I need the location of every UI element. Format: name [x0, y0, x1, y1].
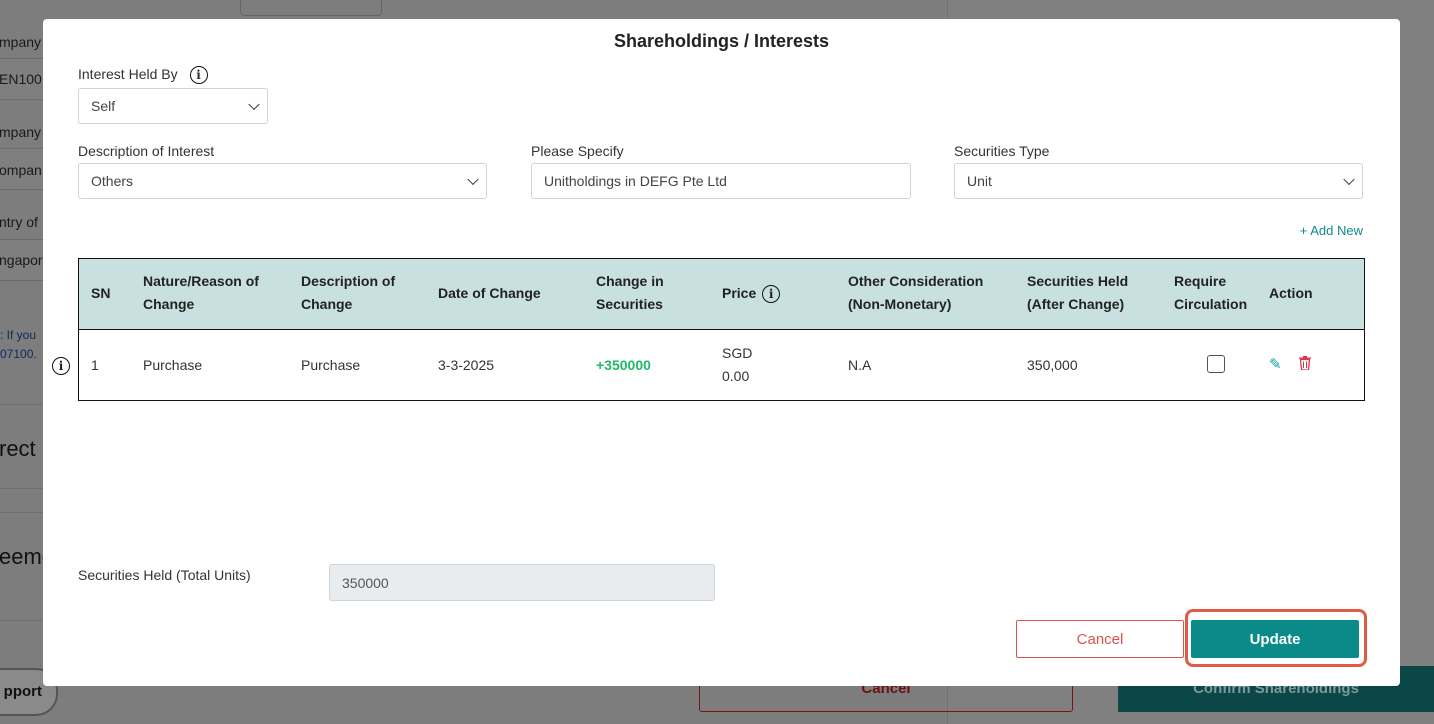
bg-field-value: ompan — [0, 162, 42, 178]
bg-field-value: EN100 — [0, 71, 42, 87]
chevron-down-icon — [248, 98, 260, 111]
require-circulation-checkbox[interactable] — [1207, 355, 1225, 373]
bg-label: ntry of — [0, 214, 38, 230]
bg-label: mpany — [0, 34, 42, 50]
chevron-down-icon — [1343, 173, 1355, 186]
cell-sn: 1 — [91, 357, 99, 373]
info-icon[interactable]: i — [189, 66, 208, 85]
col-price: Price i — [722, 282, 781, 305]
interest-held-by-value: Self — [91, 98, 116, 114]
col-other-consideration: Other Consideration (Non-Monetary) — [848, 273, 984, 312]
chevron-down-icon — [467, 173, 479, 186]
cancel-button[interactable]: Cancel — [1016, 620, 1184, 658]
description-of-interest-select[interactable]: Others — [78, 163, 487, 199]
shareholdings-modal: Shareholdings / Interests Interest Held … — [43, 19, 1400, 686]
cell-date: 3-3-2025 — [438, 357, 495, 373]
bg-divider — [0, 404, 43, 405]
table-header: SN Nature/Reason of Change Description of… — [79, 259, 1364, 330]
modal-title: Shareholdings / Interests — [613, 31, 830, 51]
col-description: Description of Change — [301, 273, 396, 312]
interest-held-by-label: Interest Held By i — [78, 66, 208, 85]
description-of-interest-value: Others — [91, 173, 134, 189]
total-units-field: 350000 — [329, 564, 715, 601]
col-sn: SN — [91, 285, 111, 301]
bg-divider — [0, 512, 43, 513]
securities-type-value: Unit — [967, 173, 992, 189]
update-button[interactable]: Update — [1191, 620, 1359, 658]
cell-description: Purchase — [301, 357, 361, 373]
bg-section-heading: rect — [0, 436, 36, 461]
interest-held-by-select[interactable]: Self — [78, 88, 268, 124]
please-specify-label: Please Specify — [531, 143, 624, 159]
cell-change: +350000 — [596, 357, 651, 373]
col-require-circulation: Require Circulation — [1174, 273, 1248, 312]
bg-divider — [0, 488, 43, 489]
bg-note-line: : If you — [0, 328, 37, 342]
cell-other-consideration: N.A — [848, 357, 872, 373]
cell-nature: Purchase — [143, 357, 203, 373]
info-icon[interactable]: i — [762, 285, 781, 304]
col-nature: Nature/Reason of Change — [143, 273, 259, 312]
pencil-icon[interactable]: ✎ — [1269, 355, 1282, 373]
col-securities-held: Securities Held (After Change) — [1027, 273, 1129, 312]
cell-price: SGD 0.00 — [722, 345, 753, 384]
bg-label: mpany — [0, 124, 42, 140]
bg-note-line: 07100. — [0, 347, 37, 361]
background-top-input — [240, 0, 382, 16]
total-units-label: Securities Held (Total Units) — [78, 567, 251, 583]
bg-divider — [0, 620, 43, 621]
bg-field-value: ngapor — [0, 252, 43, 268]
cell-securities-held: 350,000 — [1027, 357, 1078, 373]
interest-held-by-text: Interest Held By — [78, 66, 178, 82]
securities-type-select[interactable]: Unit — [954, 163, 1363, 199]
support-label: pport — [3, 683, 42, 700]
please-specify-input[interactable]: Unitholdings in DEFG Pte Ltd — [531, 163, 911, 199]
table-row: 1 Purchase Purchase 3-3-2025 +350000 SGD… — [79, 330, 1364, 400]
add-new-link[interactable]: + Add New — [1300, 223, 1363, 238]
col-change: Change in Securities — [596, 273, 664, 312]
row-info-icon[interactable]: i — [52, 357, 70, 375]
securities-type-label: Securities Type — [954, 143, 1050, 159]
changes-table: SN Nature/Reason of Change Description of… — [78, 258, 1365, 401]
description-of-interest-label: Description of Interest — [78, 143, 215, 159]
col-date: Date of Change — [438, 285, 541, 301]
total-units-value: 350000 — [342, 574, 389, 591]
trash-icon[interactable] — [1299, 356, 1311, 373]
col-action: Action — [1269, 285, 1313, 301]
please-specify-value: Unitholdings in DEFG Pte Ltd — [544, 173, 727, 189]
